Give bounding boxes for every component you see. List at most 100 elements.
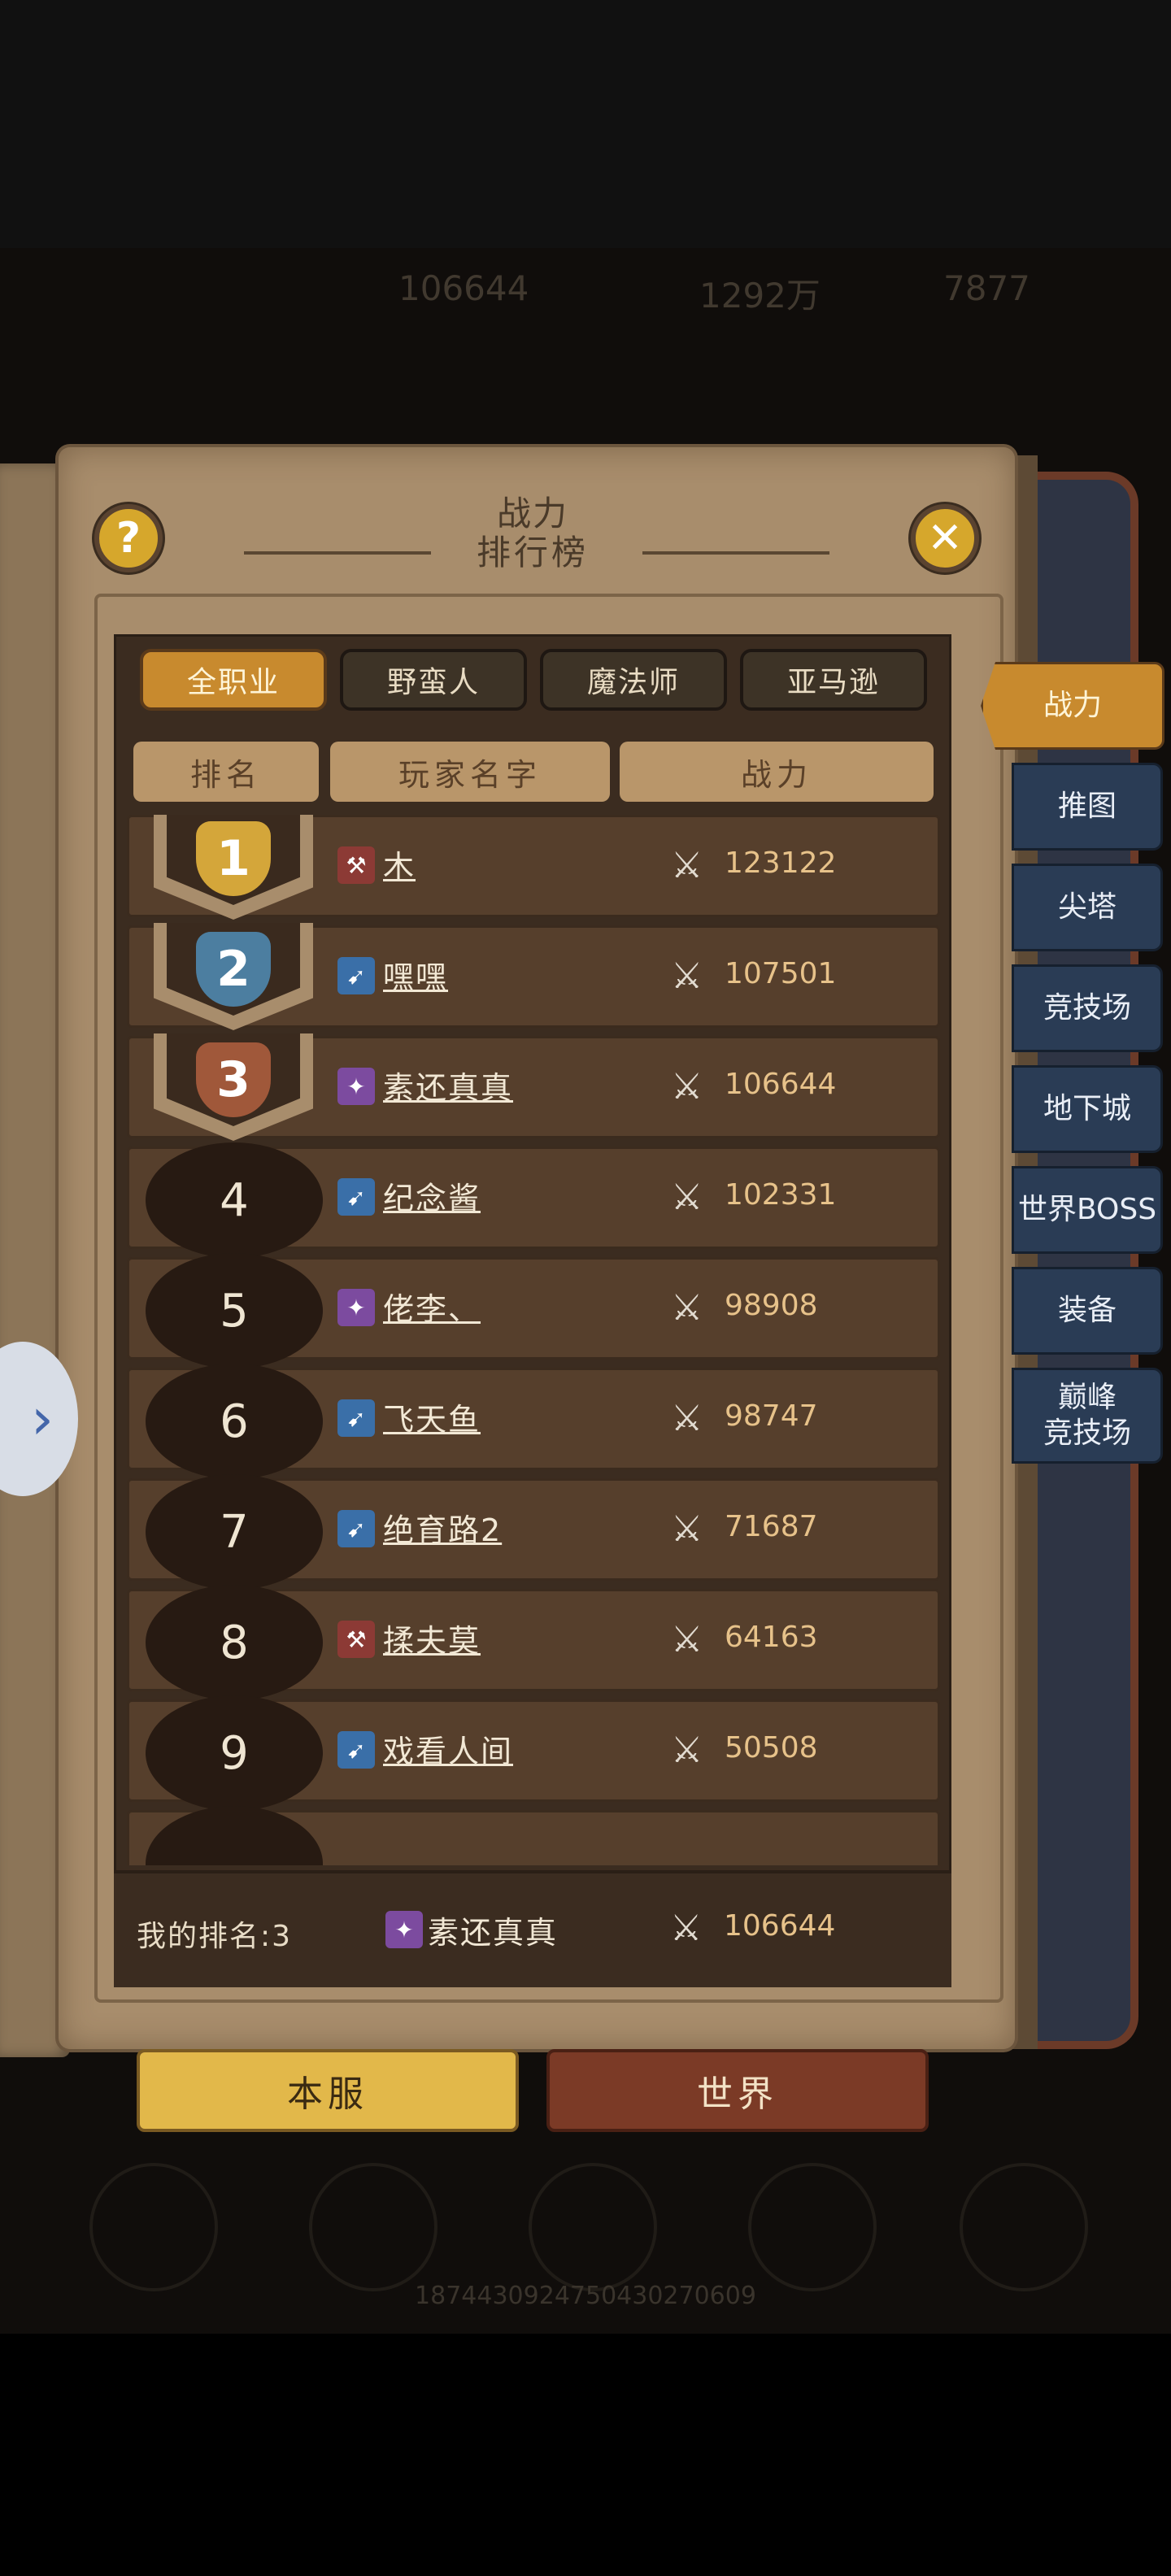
- bg-bottom-nav: [0, 2163, 1171, 2291]
- side-tab-label: 竞技场: [1043, 991, 1131, 1025]
- side-tab-label: 巅峰 竞技场: [1043, 1381, 1131, 1450]
- tab-all-classes[interactable]: 全职业: [140, 649, 327, 711]
- tab-label: 野蛮人: [386, 666, 480, 699]
- rank-number: 8: [146, 1585, 323, 1700]
- side-tab-label: 装备: [1057, 1294, 1117, 1327]
- bg-gold-value: 1292万: [699, 276, 821, 315]
- side-tab-stages[interactable]: 推图: [1012, 763, 1163, 851]
- player-name[interactable]: 佬李、: [383, 1284, 481, 1329]
- power-value: 106644: [725, 1068, 837, 1101]
- power-value: 50508: [725, 1731, 818, 1764]
- help-button[interactable]: ?: [94, 504, 163, 572]
- power-value: 71687: [725, 1510, 818, 1543]
- crossed-swords-icon: ⚔: [671, 1177, 703, 1218]
- player-name[interactable]: 绝育路2: [383, 1505, 502, 1550]
- tab-sorceress[interactable]: 魔法师: [540, 649, 727, 711]
- rank-number: 6: [146, 1364, 323, 1479]
- table-row[interactable]: 6 ➹ 飞天鱼 ⚔ 98747: [127, 1364, 940, 1479]
- table-row[interactable]: 5 ✦ 佬李、 ⚔ 98908: [127, 1253, 940, 1368]
- close-button[interactable]: ✕: [911, 504, 979, 572]
- crossed-swords-icon: ⚔: [671, 1398, 703, 1439]
- bg-nav-item: [309, 2163, 437, 2291]
- rank-number-placeholder: [146, 1806, 323, 1865]
- power-value: 98908: [725, 1289, 818, 1322]
- my-rank-label: 我的排名:3: [137, 1920, 293, 1953]
- player-name[interactable]: 素还真真: [383, 1063, 513, 1107]
- side-tab-arena[interactable]: 竞技场: [1012, 964, 1163, 1052]
- table-row[interactable]: 7 ➹ 绝育路2 ⚔ 71687: [127, 1474, 940, 1590]
- side-tab-peak-arena[interactable]: 巅峰 竞技场: [1012, 1368, 1163, 1464]
- tab-barbarian[interactable]: 野蛮人: [340, 649, 527, 711]
- column-header-rank: 排名: [133, 742, 319, 802]
- side-tab-label: 推图: [1057, 790, 1117, 823]
- my-power-value: 106644: [724, 1909, 836, 1943]
- column-header-power: 战力: [620, 742, 934, 802]
- power-value: 64163: [725, 1621, 818, 1654]
- bottom-blank-area: [0, 2334, 1171, 2576]
- player-name[interactable]: 木: [383, 842, 416, 886]
- rank-badge-inner: 3: [167, 1033, 300, 1126]
- tab-label: 亚马逊: [786, 666, 880, 699]
- rank-number: 9: [146, 1695, 323, 1811]
- tab-label: 全职业: [186, 666, 280, 699]
- tab-amazon[interactable]: 亚马逊: [740, 649, 927, 711]
- rank-badge-silver: 2: [154, 923, 313, 1030]
- bg-nav-item: [748, 2163, 877, 2291]
- side-tab-tower[interactable]: 尖塔: [1012, 864, 1163, 951]
- crossed-swords-icon: ⚔: [671, 1508, 703, 1550]
- table-row[interactable]: 3 ✦ 素还真真 ⚔ 106644: [127, 1033, 940, 1141]
- amazon-class-icon: ➹: [337, 1178, 375, 1216]
- bg-nav-item: [529, 2163, 657, 2291]
- side-tab-label: 尖塔: [1057, 890, 1117, 924]
- table-row[interactable]: [127, 1806, 940, 1865]
- crossed-swords-icon: ⚔: [671, 1730, 703, 1771]
- player-name[interactable]: 嘿嘿: [383, 952, 448, 997]
- rank-number: 7: [146, 1474, 323, 1590]
- crossed-swords-icon: ⚔: [671, 955, 703, 997]
- side-tab-label: 地下城: [1043, 1092, 1131, 1125]
- tab-label: 魔法师: [586, 666, 680, 699]
- amazon-class-icon: ➹: [337, 1510, 375, 1547]
- chevron-right-icon: ›: [31, 1386, 54, 1452]
- barbarian-class-icon: ⚒: [337, 846, 375, 884]
- barbarian-class-icon: ⚒: [337, 1621, 375, 1658]
- side-tab-power[interactable]: 战力: [981, 662, 1164, 750]
- table-row[interactable]: 2 ➹ 嘿嘿 ⚔ 107501: [127, 923, 940, 1030]
- side-tab-label: 战力: [1043, 689, 1102, 722]
- table-row[interactable]: 1 ⚒ 木 ⚔ 123122: [127, 815, 940, 920]
- gold-crest-icon: 1: [196, 821, 271, 896]
- question-icon: ?: [115, 514, 141, 563]
- side-tab-equipment[interactable]: 装备: [1012, 1267, 1163, 1355]
- rank-number: 4: [146, 1142, 323, 1258]
- rank-number: 1: [216, 830, 250, 887]
- player-name[interactable]: 飞天鱼: [383, 1395, 481, 1439]
- rank-number: 2: [216, 941, 250, 998]
- player-name[interactable]: 揉夫莫: [383, 1616, 481, 1660]
- silver-crest-icon: 2: [196, 932, 271, 1007]
- player-name[interactable]: 纪念酱: [383, 1173, 481, 1218]
- power-value: 98747: [725, 1399, 818, 1433]
- bg-gem-value: 7877: [943, 268, 1030, 308]
- bg-nav-item: [89, 2163, 218, 2291]
- table-row[interactable]: 9 ➹ 戏看人间 ⚔ 50508: [127, 1695, 940, 1811]
- power-value: 107501: [725, 957, 837, 990]
- rank-badge-inner: 1: [167, 815, 300, 905]
- server-tab-local[interactable]: 本服: [137, 2049, 519, 2132]
- rank-badge-bronze: 3: [154, 1033, 313, 1141]
- crossed-swords-icon: ⚔: [671, 845, 703, 886]
- side-tab-world-boss[interactable]: 世界BOSS: [1012, 1166, 1163, 1254]
- server-tab-world[interactable]: 世界: [546, 2049, 929, 2132]
- table-row[interactable]: 8 ⚒ 揉夫莫 ⚔ 64163: [127, 1585, 940, 1700]
- side-tab-dungeon[interactable]: 地下城: [1012, 1065, 1163, 1153]
- bg-server-id: 1874430924750430270609: [415, 2282, 756, 2310]
- column-header-player: 玩家名字: [330, 742, 610, 802]
- power-value: 102331: [725, 1178, 837, 1212]
- bg-nav-item: [960, 2163, 1088, 2291]
- rank-number: 5: [146, 1253, 323, 1368]
- ranking-list[interactable]: 1 ⚒ 木 ⚔ 123122 2 ➹ 嘿嘿 ⚔ 107501 3 ✦ 素还真真 …: [127, 815, 940, 1865]
- table-row[interactable]: 4 ➹ 纪念酱 ⚔ 102331: [127, 1142, 940, 1258]
- rank-badge-gold: 1: [154, 815, 313, 920]
- title-ornament-left: [244, 551, 431, 555]
- sorceress-class-icon: ✦: [337, 1068, 375, 1105]
- player-name[interactable]: 戏看人间: [383, 1726, 513, 1771]
